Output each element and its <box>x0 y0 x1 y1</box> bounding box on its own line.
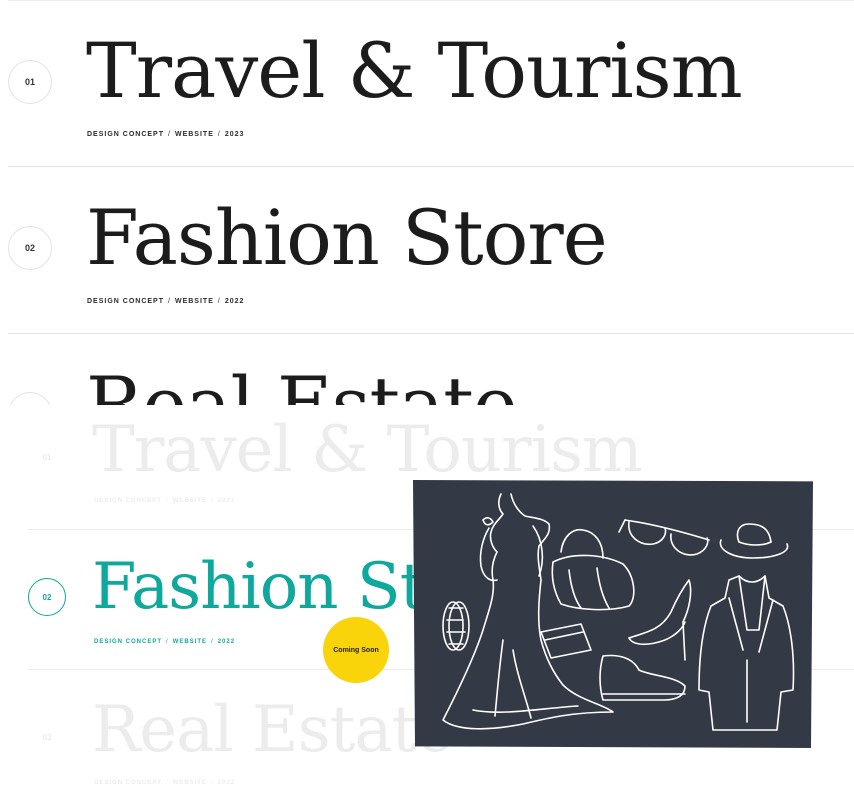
project-number-badge: 01 <box>8 60 52 104</box>
project-title[interactable]: Travel & Tourism <box>86 33 743 109</box>
project-row-fashion[interactable]: 02 Fashion Store DESIGN CONCEPT / WEBSITE /… <box>8 167 854 334</box>
project-number-badge: 02 <box>28 578 66 616</box>
project-meta: DESIGN CONCEPT / WEBSITE/2023 <box>94 498 235 504</box>
meta-year: 2022 <box>224 298 245 305</box>
project-meta: DESIGN CONCEPT / WEBSITE/2022 <box>94 639 235 645</box>
meta-separator: / <box>217 131 221 138</box>
meta-category: DESIGN CONCEPT <box>87 298 165 305</box>
project-meta: DESIGN CONCEPT / WEBSITE/2022 <box>94 780 235 786</box>
boot-icon <box>599 654 686 701</box>
project-title[interactable]: Travel & Tourism <box>92 418 643 482</box>
project-title[interactable]: Real Estate <box>92 698 454 762</box>
bracelet-icon <box>442 601 470 651</box>
meta-separator: / <box>217 298 221 305</box>
meta-year: 2022 <box>217 780 236 786</box>
cowboy-hat-icon <box>719 523 789 559</box>
meta-category: DESIGN CONCEPT <box>94 498 163 504</box>
meta-separator: / <box>166 639 169 645</box>
project-preview-image <box>413 480 813 748</box>
project-number-badge: 03 <box>42 732 52 742</box>
meta-type: WEBSITE <box>172 639 208 645</box>
meta-year: 2022 <box>217 639 236 645</box>
meta-category: DESIGN CONCEPT <box>94 639 163 645</box>
sunglasses-icon <box>618 519 710 556</box>
blazer-icon <box>698 575 795 731</box>
meta-category: DESIGN CONCEPT <box>94 780 163 786</box>
coming-soon-badge[interactable]: Coming Soon <box>323 617 389 683</box>
meta-year: 2023 <box>217 498 236 504</box>
meta-separator: / <box>166 780 169 786</box>
handbag-icon <box>551 528 635 611</box>
evening-gown-icon <box>442 493 614 730</box>
meta-type: WEBSITE <box>172 780 208 786</box>
project-meta: DESIGN CONCEPT / WEBSITE/2022 <box>87 298 244 305</box>
meta-separator: / <box>211 639 214 645</box>
meta-separator: / <box>168 298 171 305</box>
project-number-badge: 02 <box>8 226 52 270</box>
meta-separator: / <box>168 131 171 138</box>
wallet-icon <box>540 623 592 659</box>
project-row-travel[interactable]: 01 Travel & Tourism DESIGN CONCEPT / WEBSI… <box>8 0 854 167</box>
meta-year: 2023 <box>224 131 245 138</box>
meta-type: WEBSITE <box>174 131 214 138</box>
meta-type: WEBSITE <box>174 298 214 305</box>
project-number-badge: 01 <box>42 452 52 462</box>
meta-separator: / <box>166 498 169 504</box>
high-heel-icon <box>628 579 692 661</box>
project-title[interactable]: Fashion Store <box>86 200 608 276</box>
meta-separator: / <box>211 780 214 786</box>
meta-category: DESIGN CONCEPT <box>87 131 165 138</box>
project-meta: DESIGN CONCEPT / WEBSITE/2023 <box>87 131 244 138</box>
meta-type: WEBSITE <box>172 498 208 504</box>
meta-separator: / <box>211 498 214 504</box>
